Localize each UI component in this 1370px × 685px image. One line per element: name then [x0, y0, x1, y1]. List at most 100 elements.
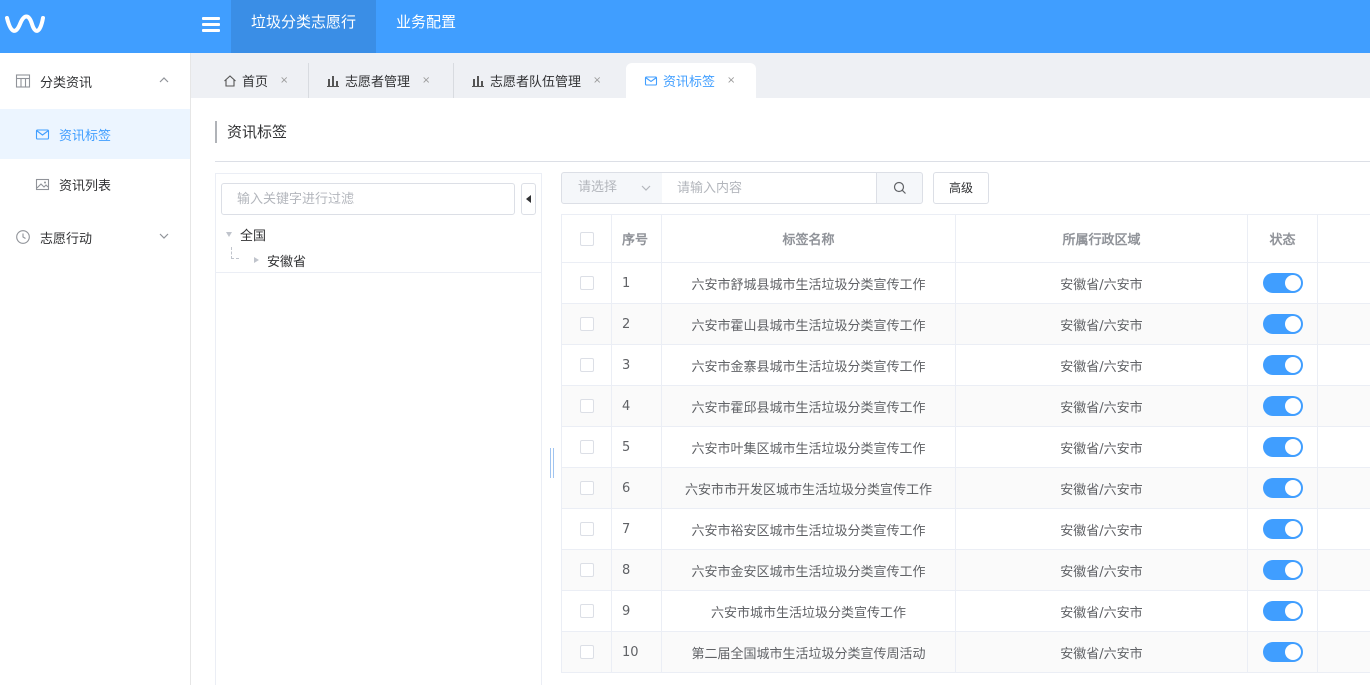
row-select-cell — [561, 427, 612, 467]
status-toggle[interactable] — [1262, 519, 1303, 539]
row-region: 安徽省/六安市 — [956, 263, 1248, 303]
table-row[interactable]: 2 六安市霍山县城市生活垃圾分类宣传工作 安徽省/六安市 — [561, 304, 1370, 345]
advanced-search-button[interactable]: 高级 — [933, 172, 989, 204]
table-row[interactable]: 9 六安市城市生活垃圾分类宣传工作 安徽省/六安市 — [561, 591, 1370, 632]
top-nav: 垃圾分类志愿行 业务配置 — [231, 0, 476, 53]
panel-resize-handle[interactable] — [550, 448, 554, 478]
row-checkbox[interactable] — [579, 358, 594, 372]
select-all-checkbox[interactable] — [579, 231, 594, 246]
chevron-up-icon — [159, 77, 169, 83]
top-nav-item-volunteer[interactable]: 垃圾分类志愿行 — [231, 0, 377, 53]
tab-label: 志愿者管理 — [345, 75, 411, 90]
status-toggle[interactable] — [1262, 314, 1303, 334]
row-extra — [1318, 632, 1370, 672]
table-row[interactable]: 10 第二届全国城市生活垃圾分类宣传周活动 安徽省/六安市 — [561, 632, 1370, 673]
row-checkbox[interactable] — [579, 604, 594, 618]
image-icon — [35, 178, 50, 190]
row-tag-name: 六安市裕安区城市生活垃圾分类宣传工作 — [662, 509, 956, 549]
logo-icon[interactable] — [4, 12, 46, 36]
row-region: 安徽省/六安市 — [956, 427, 1248, 467]
tab-close-icon[interactable]: × — [593, 75, 601, 86]
status-toggle[interactable] — [1262, 642, 1303, 662]
table-row[interactable]: 4 六安市霍邱县城市生活垃圾分类宣传工作 安徽省/六安市 — [561, 386, 1370, 427]
row-no: 7 — [612, 509, 662, 549]
status-toggle[interactable] — [1262, 355, 1303, 375]
tab-close-icon[interactable]: × — [422, 75, 430, 86]
row-checkbox[interactable] — [579, 563, 594, 577]
tree-node-anhui[interactable]: 安徽省 — [254, 249, 306, 271]
row-no: 8 — [612, 550, 662, 590]
tabs-bar: 首页 × 志愿者管理 × 志愿者队伍管理 × 资讯标签 × — [191, 53, 1370, 98]
search-input[interactable] — [662, 172, 877, 204]
table-row[interactable]: 6 六安市市开发区城市生活垃圾分类宣传工作 安徽省/六安市 — [561, 468, 1370, 509]
table-row[interactable]: 5 六安市叶集区城市生活垃圾分类宣传工作 安徽省/六安市 — [561, 427, 1370, 468]
tab-home[interactable]: 首页 × — [223, 63, 288, 98]
sidebar: 分类资讯 资讯标签 资讯列表 志愿行动 — [0, 53, 191, 685]
row-select-cell — [561, 304, 612, 344]
row-select-cell — [561, 550, 612, 590]
row-checkbox[interactable] — [579, 481, 594, 495]
row-select-cell — [561, 263, 612, 303]
table-row[interactable]: 3 六安市金寨县城市生活垃圾分类宣传工作 安徽省/六安市 — [561, 345, 1370, 386]
status-toggle[interactable] — [1262, 560, 1303, 580]
row-tag-name: 六安市金安区城市生活垃圾分类宣传工作 — [662, 550, 956, 590]
table-header-row: 序号 标签名称 所属行政区域 状态 — [561, 215, 1370, 263]
row-tag-name: 六安市城市生活垃圾分类宣传工作 — [662, 591, 956, 631]
tab-volunteer-team-management[interactable]: 志愿者队伍管理 × — [471, 63, 601, 98]
filter-select[interactable]: 请选择 — [561, 172, 663, 204]
row-checkbox[interactable] — [579, 645, 594, 659]
table-row[interactable]: 7 六安市裕安区城市生活垃圾分类宣传工作 安徽省/六安市 — [561, 509, 1370, 550]
table-row[interactable]: 1 六安市舒城县城市生活垃圾分类宣传工作 安徽省/六安市 — [561, 263, 1370, 304]
row-region: 安徽省/六安市 — [956, 304, 1248, 344]
table-row[interactable]: 8 六安市金安区城市生活垃圾分类宣传工作 安徽省/六安市 — [561, 550, 1370, 591]
status-toggle[interactable] — [1262, 437, 1303, 457]
divider — [215, 161, 1370, 162]
row-tag-name: 六安市霍邱县城市生活垃圾分类宣传工作 — [662, 386, 956, 426]
search-icon — [893, 181, 906, 194]
tree-node-label: 全国 — [240, 228, 267, 244]
search-button[interactable] — [876, 172, 923, 204]
row-checkbox[interactable] — [579, 522, 594, 536]
page-title: 资讯标签 — [215, 121, 287, 143]
status-toggle[interactable] — [1262, 601, 1303, 621]
row-extra — [1318, 386, 1370, 426]
tree-node-root[interactable]: 全国 — [226, 223, 266, 245]
row-status-cell — [1248, 591, 1318, 631]
row-checkbox[interactable] — [579, 440, 594, 454]
tab-close-icon[interactable]: × — [727, 75, 735, 86]
status-toggle[interactable] — [1262, 478, 1303, 498]
row-tag-name: 六安市叶集区城市生活垃圾分类宣传工作 — [662, 427, 956, 467]
sidebar-item-news-list[interactable]: 资讯列表 — [0, 159, 190, 209]
tree-panel: 全国 安徽省 — [215, 173, 542, 685]
tab-volunteer-management[interactable]: 志愿者管理 × — [326, 63, 430, 98]
sidebar-group-news[interactable]: 分类资讯 — [0, 53, 190, 109]
row-extra — [1318, 509, 1370, 549]
home-icon — [224, 74, 236, 87]
tab-label: 首页 — [242, 75, 269, 90]
sidebar-group-label: 志愿行动 — [40, 231, 93, 247]
tab-news-tags[interactable]: 资讯标签 × — [626, 63, 756, 98]
sidebar-item-news-tags[interactable]: 资讯标签 — [0, 109, 190, 159]
row-no: 9 — [612, 591, 662, 631]
row-checkbox[interactable] — [579, 317, 594, 331]
status-toggle[interactable] — [1262, 396, 1303, 416]
row-no: 4 — [612, 386, 662, 426]
tree-node-label: 安徽省 — [267, 254, 307, 270]
tree-filter-input[interactable] — [221, 183, 515, 215]
chevron-down-icon — [641, 185, 651, 191]
row-tag-name: 第二届全国城市生活垃圾分类宣传周活动 — [662, 632, 956, 672]
row-checkbox[interactable] — [579, 399, 594, 413]
top-nav-item-business-config[interactable]: 业务配置 — [376, 0, 476, 53]
row-checkbox[interactable] — [579, 276, 594, 290]
row-status-cell — [1248, 632, 1318, 672]
row-select-cell — [561, 591, 612, 631]
sidebar-group-volunteer-action[interactable]: 志愿行动 — [0, 209, 190, 265]
status-toggle[interactable] — [1262, 273, 1303, 293]
tab-close-icon[interactable]: × — [280, 75, 288, 86]
menu-toggle-icon[interactable] — [200, 14, 222, 36]
row-status-cell — [1248, 550, 1318, 590]
row-tag-name: 六安市霍山县城市生活垃圾分类宣传工作 — [662, 304, 956, 344]
row-select-cell — [561, 386, 612, 426]
collapse-panel-button[interactable] — [521, 183, 536, 215]
tab-label: 资讯标签 — [663, 75, 716, 90]
